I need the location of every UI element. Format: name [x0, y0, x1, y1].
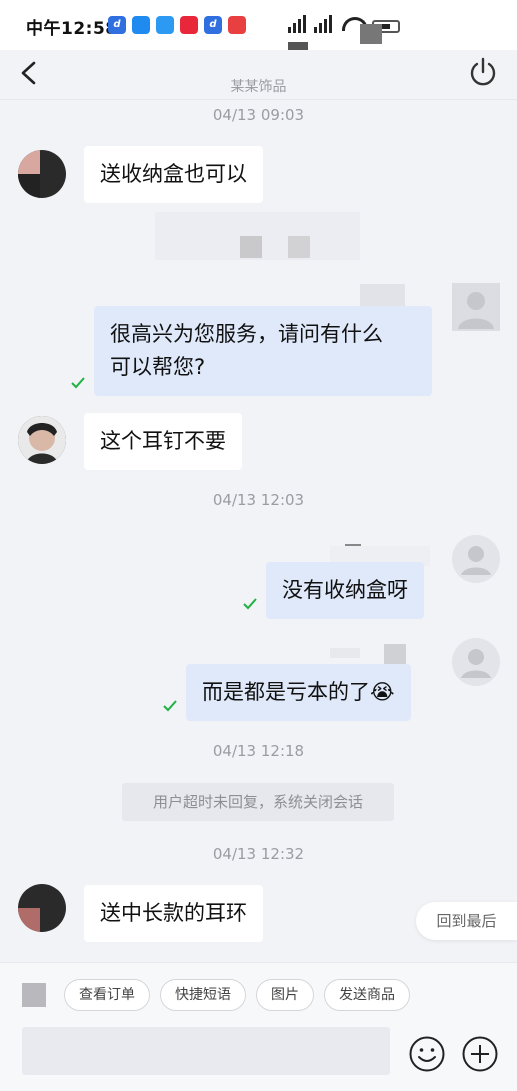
outgoing-message: 没有收纳盒呀: [266, 562, 424, 619]
redaction-block: [240, 236, 262, 258]
d-app-icon: d: [108, 16, 126, 34]
input-panel: 查看订单 快捷短语 图片 发送商品: [0, 962, 517, 1091]
more-button[interactable]: [461, 1035, 499, 1073]
outgoing-message: 而是都是亏本的了😭: [186, 664, 411, 721]
quick-action-row: 查看订单 快捷短语 图片 发送商品: [22, 979, 410, 1011]
incoming-message: 送中长款的耳环: [84, 885, 263, 942]
chat-header: 某某饰品: [0, 50, 517, 100]
crying-laughing-emoji: 😭: [370, 680, 395, 704]
redaction-block: [330, 648, 360, 658]
smiley-icon: [409, 1036, 445, 1072]
outgoing-message: 很高兴为您服务，请问有什么 可以帮您?: [94, 306, 432, 396]
status-bar: 中午12:58 d d: [0, 0, 517, 50]
quick-phrases-button[interactable]: 快捷短语: [160, 979, 246, 1011]
customer-avatar[interactable]: [18, 884, 66, 932]
read-check-icon: [243, 598, 257, 610]
agent-avatar: [452, 535, 500, 583]
plus-icon: [462, 1036, 498, 1072]
customer-avatar[interactable]: [18, 150, 66, 198]
shop-title: 某某饰品: [230, 79, 287, 94]
signal-icon-2: [314, 15, 332, 33]
back-to-latest-button[interactable]: 回到最后: [416, 902, 517, 940]
read-check-icon: [163, 700, 177, 712]
outgoing-message-line: 很高兴为您服务，请问有什么: [110, 322, 383, 346]
message-timestamp: 04/13 09:03: [212, 106, 305, 124]
message-timestamp: 04/13 12:18: [212, 742, 305, 760]
redaction-block: [360, 284, 405, 306]
incoming-message: 这个耳钉不要: [84, 413, 242, 470]
send-product-button[interactable]: 发送商品: [324, 979, 410, 1011]
message-input[interactable]: [22, 1027, 390, 1075]
power-icon: [470, 57, 496, 86]
outgoing-message-line: 可以帮您?: [110, 355, 206, 379]
incoming-message: 送收纳盒也可以: [84, 146, 263, 203]
status-time: 中午12:58: [26, 19, 118, 39]
user-silhouette-icon: [458, 292, 494, 329]
quick-menu-icon[interactable]: [22, 983, 46, 1007]
user-silhouette-icon: [452, 638, 500, 686]
agent-avatar: [452, 638, 500, 686]
signal-icon: [288, 15, 306, 33]
customer-avatar[interactable]: [18, 416, 66, 464]
agent-avatar: [452, 283, 500, 331]
redaction-block: [384, 644, 406, 664]
blue-app-icon-2: [156, 16, 174, 34]
message-timestamp: 04/13 12:32: [212, 845, 305, 863]
blue-app-icon: [132, 16, 150, 34]
redaction-block: [288, 236, 310, 258]
status-app-icons: d d: [108, 16, 246, 34]
image-button[interactable]: 图片: [256, 979, 314, 1011]
redaction-block: [360, 24, 382, 44]
message-timestamp: 04/13 12:03: [212, 491, 305, 509]
system-notice: 用户超时未回复，系统关闭会话: [122, 783, 394, 821]
read-check-icon: [71, 377, 85, 389]
outgoing-message-text: 而是都是亏本的了: [202, 680, 370, 704]
red-app-icon-2: [228, 16, 246, 34]
end-session-button[interactable]: [467, 56, 499, 88]
red-app-icon: [180, 16, 198, 34]
view-order-button[interactable]: 查看订单: [64, 979, 150, 1011]
d-app-icon-2: d: [204, 16, 222, 34]
emoji-button[interactable]: [408, 1035, 446, 1073]
user-silhouette-icon: [452, 535, 500, 583]
